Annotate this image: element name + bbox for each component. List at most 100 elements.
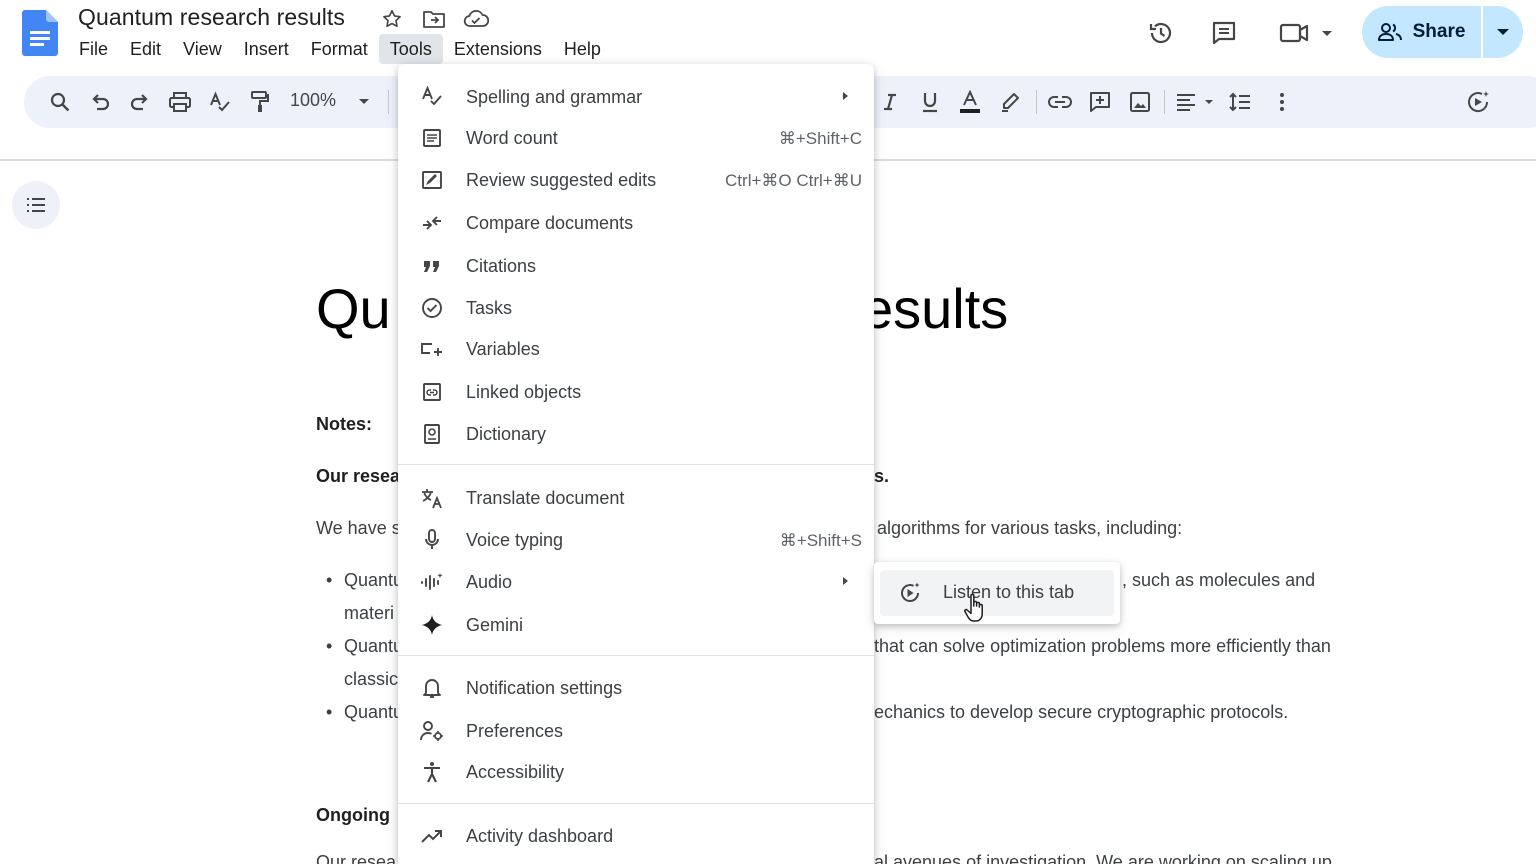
spellcheck-icon[interactable] xyxy=(206,88,234,116)
toolbar-divider xyxy=(1164,90,1165,114)
menu-item-label: Variables xyxy=(466,339,540,359)
listen-play-icon xyxy=(901,582,920,602)
menu-item-spelling-grammar[interactable]: Spelling and grammar xyxy=(398,77,874,117)
share-button-group: Share xyxy=(1362,6,1523,58)
underline-icon[interactable] xyxy=(916,88,944,116)
text-color-icon[interactable] xyxy=(956,88,984,116)
bold-line-left: Our resea xyxy=(316,466,401,486)
linked-objects-icon xyxy=(420,380,444,404)
menu-item-notification-settings[interactable]: Notification settings xyxy=(398,668,874,708)
menu-item-label: Word count xyxy=(466,128,558,148)
menu-edit[interactable]: Edit xyxy=(119,34,172,64)
menu-view[interactable]: View xyxy=(172,34,233,64)
menu-item-label: Notification settings xyxy=(466,678,623,698)
bullet-2-left: Quantu xyxy=(344,636,404,656)
menu-item-gemini[interactable]: Gemini xyxy=(398,605,874,645)
google-docs-logo-icon[interactable] xyxy=(22,10,58,56)
bold-line-right: s. xyxy=(874,466,890,486)
menu-separator xyxy=(398,803,874,804)
menu-item-label: Gemini xyxy=(466,615,524,635)
notes-label: Notes: xyxy=(316,414,373,434)
menu-separator xyxy=(398,655,874,656)
menu-separator xyxy=(398,464,874,465)
keyboard-shortcut: Ctrl+⌘O Ctrl+⌘U xyxy=(725,171,862,190)
menu-item-activity-dashboard[interactable]: Activity dashboard xyxy=(398,816,874,856)
menu-format[interactable]: Format xyxy=(300,34,379,64)
dictionary-icon xyxy=(420,422,444,446)
quote-icon xyxy=(420,254,444,278)
insert-link-icon[interactable] xyxy=(1046,88,1074,116)
meet-video-icon[interactable] xyxy=(1276,16,1336,50)
menu-item-label: Linked objects xyxy=(466,382,582,402)
align-menu-icon[interactable] xyxy=(1174,88,1218,116)
line-spacing-icon[interactable] xyxy=(1226,88,1254,116)
menu-item-listen-to-this-tab[interactable]: Listen to this tab xyxy=(880,570,1114,616)
caret-down-icon xyxy=(1497,29,1509,35)
menu-item-translate-document[interactable]: Translate document xyxy=(398,478,874,518)
people-icon xyxy=(1377,23,1402,41)
last-line-left: Our resea xyxy=(316,852,397,864)
menu-item-label: Translate document xyxy=(466,488,625,508)
menu-file[interactable]: File xyxy=(68,34,119,64)
bullet-1-right: , such as molecules and xyxy=(1122,570,1316,590)
menu-item-accessibility[interactable]: Accessibility xyxy=(398,752,874,792)
menu-item-label: Review suggested edits xyxy=(466,170,657,190)
menu-item-audio[interactable]: Audio xyxy=(398,562,874,602)
document-outline-button[interactable] xyxy=(12,181,60,229)
zoom-caret-icon[interactable] xyxy=(350,88,378,116)
menu-item-word-count[interactable]: Word count ⌘+Shift+C xyxy=(398,118,874,158)
redo-icon[interactable] xyxy=(126,88,154,116)
variables-icon xyxy=(420,337,444,361)
bullet-2-continuation: classic xyxy=(344,669,399,689)
accessibility-icon xyxy=(420,760,444,784)
bullet-dot: • xyxy=(326,570,333,590)
menu-item-preferences[interactable]: Preferences xyxy=(398,711,874,751)
doc-heading-left: Qu xyxy=(316,277,391,340)
comments-icon[interactable] xyxy=(1207,16,1241,50)
share-options-button[interactable] xyxy=(1483,6,1523,58)
bell-icon xyxy=(420,676,444,700)
menu-item-linked-objects[interactable]: Linked objects xyxy=(398,372,874,412)
menu-item-compare-documents[interactable]: Compare documents xyxy=(398,203,874,243)
submenu-arrow-icon xyxy=(843,577,848,585)
more-options-icon[interactable] xyxy=(1268,88,1296,116)
menu-item-label: Citations xyxy=(466,256,537,276)
insert-image-icon[interactable] xyxy=(1126,88,1154,116)
menu-extensions[interactable]: Extensions xyxy=(443,34,553,64)
print-icon[interactable] xyxy=(166,88,194,116)
gemini-side-panel-icon[interactable] xyxy=(1464,88,1492,116)
menu-item-tasks[interactable]: Tasks xyxy=(398,288,874,328)
menu-item-label: Spelling and grammar xyxy=(466,87,643,107)
menu-item-variables[interactable]: Variables xyxy=(398,329,874,369)
star-icon[interactable] xyxy=(378,5,406,33)
preferences-icon xyxy=(420,719,444,743)
menu-insert[interactable]: Insert xyxy=(233,34,300,64)
bullet-dot: • xyxy=(326,636,333,656)
menu-help[interactable]: Help xyxy=(553,34,612,64)
version-history-icon[interactable] xyxy=(1144,16,1178,50)
italic-icon[interactable] xyxy=(876,88,904,116)
app-header: Quantum research results File Edit View … xyxy=(0,0,1536,72)
highlight-pen-icon[interactable] xyxy=(996,88,1024,116)
bullet-1-left: Quantu xyxy=(344,570,404,590)
undo-icon[interactable] xyxy=(86,88,114,116)
paint-format-icon[interactable] xyxy=(246,88,274,116)
search-menus-icon[interactable] xyxy=(46,88,74,116)
cloud-saved-icon[interactable] xyxy=(462,5,490,33)
compare-icon xyxy=(420,211,444,235)
menu-item-review-suggested-edits[interactable]: Review suggested edits Ctrl+⌘O Ctrl+⌘U xyxy=(398,160,874,200)
menu-item-label: Audio xyxy=(466,572,513,592)
menu-item-voice-typing[interactable]: Voice typing ⌘+Shift+S xyxy=(398,520,874,560)
share-label: Share xyxy=(1412,21,1466,42)
document-title[interactable]: Quantum research results xyxy=(78,4,345,31)
audio-submenu: Listen to this tab xyxy=(874,562,1120,624)
share-button[interactable]: Share xyxy=(1362,6,1480,58)
menu-item-dictionary[interactable]: Dictionary xyxy=(398,414,874,454)
add-comment-icon[interactable] xyxy=(1086,88,1114,116)
title-actions xyxy=(378,5,490,33)
zoom-select[interactable]: 100% xyxy=(290,90,336,111)
review-edits-icon xyxy=(420,168,444,192)
menu-tools[interactable]: Tools xyxy=(378,34,443,64)
menu-item-citations[interactable]: Citations xyxy=(398,246,874,286)
move-folder-icon[interactable] xyxy=(420,5,448,33)
